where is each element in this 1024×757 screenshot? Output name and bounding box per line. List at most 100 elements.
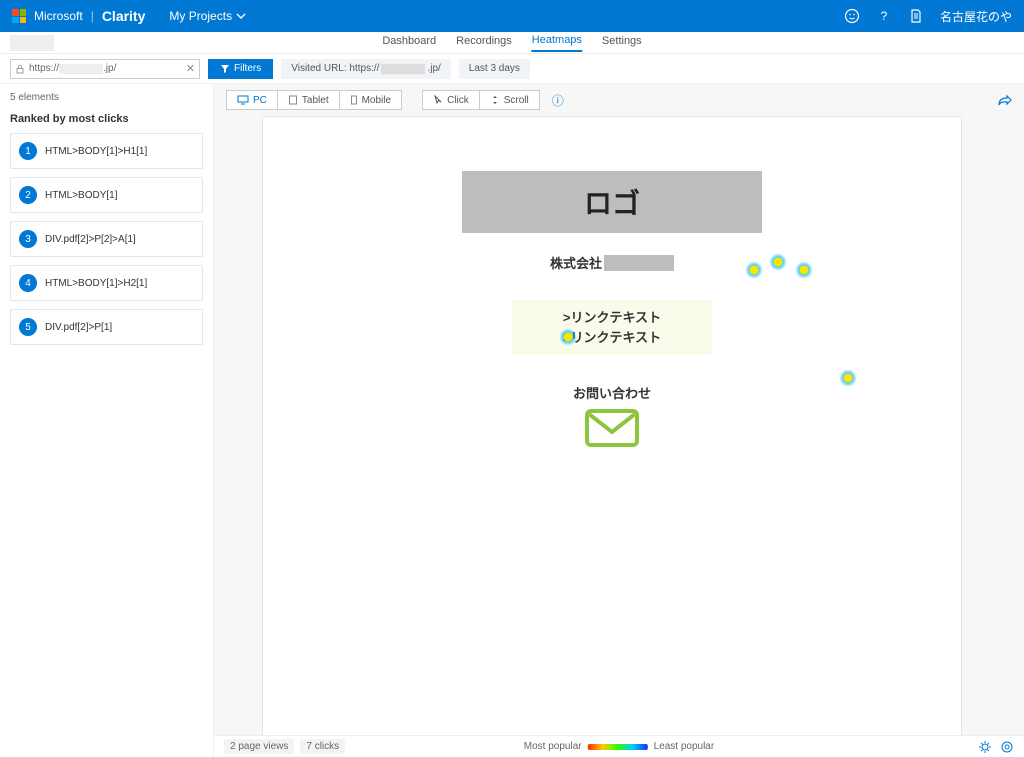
visited-url-chip[interactable]: Visited URL: https:// .jp/ [281, 59, 451, 79]
filter-icon [220, 64, 230, 74]
nav-tabs: Dashboard Recordings Heatmaps Settings [382, 32, 641, 54]
rank-title: Ranked by most clicks [10, 113, 203, 125]
brand-divider: | [91, 9, 94, 23]
url-filter-input[interactable]: https:// .jp/ ✕ [10, 59, 200, 79]
date-range-label: Last 3 days [469, 63, 520, 74]
footer-actions [978, 740, 1014, 754]
rank-label: DIV.pdf[2]>P[2]>A[1] [45, 234, 136, 245]
toolbar: PC Tablet Mobile Click Scroll [214, 84, 1024, 116]
clicks-chip: 7 clicks [300, 739, 345, 754]
content: PC Tablet Mobile Click Scroll [214, 84, 1024, 757]
lock-icon [15, 64, 25, 74]
device-tablet-label: Tablet [302, 95, 329, 106]
company-prefix: 株式会社 [550, 253, 602, 272]
device-pc-button[interactable]: PC [226, 90, 278, 110]
my-projects-dropdown[interactable]: My Projects [169, 9, 246, 23]
app-header: Microsoft | Clarity My Projects ? 名古屋花のや [0, 0, 1024, 32]
heat-dot [745, 261, 763, 279]
visited-domain-blur [381, 64, 425, 74]
rank-item-4[interactable]: 4 HTML>BODY[1]>H2[1] [10, 265, 203, 301]
heat-dot [769, 253, 787, 271]
device-mobile-button[interactable]: Mobile [340, 90, 402, 110]
mode-click-label: Click [447, 95, 469, 106]
chevron-down-icon [236, 11, 246, 21]
mail-icon [584, 408, 640, 448]
target-icon[interactable] [1000, 740, 1014, 754]
link-2: >リンクテキスト [512, 328, 712, 348]
filter-row: https:// .jp/ ✕ Filters Visited URL: htt… [0, 54, 1024, 84]
url-domain-blur [59, 64, 103, 74]
heat-dot [839, 369, 857, 387]
clear-url-icon[interactable]: ✕ [186, 62, 195, 75]
url-suffix: .jp/ [103, 63, 116, 74]
rank-num: 2 [19, 186, 37, 204]
rank-item-3[interactable]: 3 DIV.pdf[2]>P[2]>A[1] [10, 221, 203, 257]
user-name[interactable]: 名古屋花のや [940, 8, 1012, 25]
rank-num: 4 [19, 274, 37, 292]
rank-item-1[interactable]: 1 HTML>BODY[1]>H1[1] [10, 133, 203, 169]
company-name-blur [604, 255, 674, 271]
heat-dot [795, 261, 813, 279]
microsoft-logo-icon [12, 9, 26, 23]
link-1: >リンクテキスト [512, 308, 712, 328]
mobile-icon [350, 95, 358, 105]
tab-heatmaps[interactable]: Heatmaps [532, 34, 582, 52]
footer: 2 page views 7 clicks Most popular Least… [214, 735, 1024, 757]
document-icon[interactable] [908, 8, 924, 24]
rank-label: HTML>BODY[1] [45, 190, 118, 201]
mode-click-button[interactable]: Click [422, 90, 480, 110]
rank-label: DIV.pdf[2]>P[1] [45, 322, 112, 333]
smiley-icon[interactable] [844, 8, 860, 24]
url-prefix: https:// [29, 63, 59, 74]
tablet-icon [288, 95, 298, 105]
rank-item-2[interactable]: 2 HTML>BODY[1] [10, 177, 203, 213]
help-icon[interactable]: ? [876, 8, 892, 24]
page-views-chip: 2 page views [224, 739, 294, 754]
heat-dot [559, 328, 577, 346]
cursor-icon [433, 95, 443, 105]
page-logo: ロゴ [462, 171, 762, 233]
elements-count: 5 elements [10, 92, 203, 103]
legend-most: Most popular [524, 741, 582, 752]
visited-suffix: .jp/ [427, 63, 440, 74]
visited-label: Visited URL: https:// [291, 63, 379, 74]
scroll-icon [490, 95, 500, 105]
mode-group: Click Scroll [422, 90, 540, 110]
device-mobile-label: Mobile [362, 95, 391, 106]
header-left: Microsoft | Clarity My Projects [12, 8, 246, 24]
info-icon[interactable]: ⓘ [552, 92, 564, 109]
brand-clarity: Clarity [102, 8, 146, 24]
legend-gradient [588, 744, 648, 750]
link-list: >リンクテキスト >リンクテキスト [512, 300, 712, 355]
my-projects-label: My Projects [169, 9, 232, 23]
canvas-wrap[interactable]: ロゴ 株式会社 >リンクテキスト >リンクテキスト お問い合わせ [214, 116, 1024, 735]
device-tablet-button[interactable]: Tablet [278, 90, 340, 110]
device-group: PC Tablet Mobile [226, 90, 402, 110]
svg-text:?: ? [881, 9, 888, 23]
rank-num: 5 [19, 318, 37, 336]
device-pc-label: PC [253, 95, 267, 106]
brand-microsoft: Microsoft [34, 9, 83, 23]
share-icon[interactable] [998, 93, 1012, 107]
filters-label: Filters [234, 63, 261, 74]
date-range-chip[interactable]: Last 3 days [459, 59, 530, 79]
sun-icon[interactable] [978, 740, 992, 754]
heatmap-canvas: ロゴ 株式会社 >リンクテキスト >リンクテキスト お問い合わせ [262, 116, 962, 735]
contact-title: お問い合わせ [263, 383, 961, 402]
project-name-placeholder [10, 35, 54, 51]
tab-dashboard[interactable]: Dashboard [382, 35, 436, 51]
rank-label: HTML>BODY[1]>H1[1] [45, 146, 147, 157]
rank-item-5[interactable]: 5 DIV.pdf[2]>P[1] [10, 309, 203, 345]
sidebar: 5 elements Ranked by most clicks 1 HTML>… [0, 84, 214, 757]
filters-button[interactable]: Filters [208, 59, 273, 79]
main: 5 elements Ranked by most clicks 1 HTML>… [0, 84, 1024, 757]
rank-num: 1 [19, 142, 37, 160]
tab-settings[interactable]: Settings [602, 35, 642, 51]
tab-recordings[interactable]: Recordings [456, 35, 512, 51]
rank-label: HTML>BODY[1]>H2[1] [45, 278, 147, 289]
mode-scroll-button[interactable]: Scroll [480, 90, 540, 110]
popularity-legend: Most popular Least popular [524, 741, 714, 752]
pc-icon [237, 95, 249, 105]
company-name: 株式会社 [263, 253, 961, 272]
rank-num: 3 [19, 230, 37, 248]
